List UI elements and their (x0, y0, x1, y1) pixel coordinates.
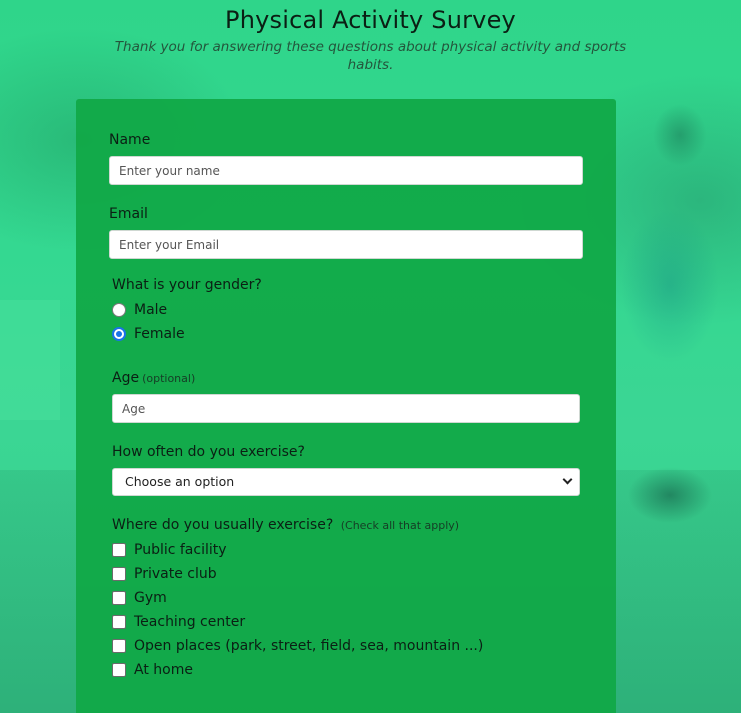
location-option-private-club[interactable]: Private club (112, 564, 217, 584)
female-label: Female (134, 326, 185, 342)
at-home-label: At home (134, 662, 193, 678)
frequency-select[interactable]: Choose an option (112, 468, 580, 496)
teaching-center-label: Teaching center (134, 614, 246, 630)
survey-header: Physical Activity Survey Thank you for a… (0, 0, 741, 74)
gym-checkbox[interactable] (112, 591, 126, 605)
age-label-row: Age (optional) (112, 370, 195, 386)
name-input[interactable] (109, 156, 583, 185)
open-places-label: Open places (park, street, field, sea, m… (134, 638, 484, 654)
age-input[interactable] (112, 394, 580, 423)
male-label: Male (134, 302, 168, 318)
locations-question-row: Where do you usually exercise? (Check al… (112, 517, 459, 533)
gender-option-male[interactable]: Male (112, 300, 167, 320)
at-home-checkbox[interactable] (112, 663, 126, 677)
age-label: Age (112, 370, 140, 386)
locations-hint: (Check all that apply) (340, 519, 460, 532)
background-wall (0, 300, 60, 420)
chevron-down-icon (562, 474, 573, 485)
frequency-selected-value: Choose an option (125, 474, 235, 489)
gender-question: What is your gender? (112, 277, 262, 293)
frequency-question: How often do you exercise? (112, 444, 305, 460)
gender-option-female[interactable]: Female (112, 324, 185, 344)
email-label: Email (109, 206, 148, 222)
location-option-teaching-center[interactable]: Teaching center (112, 612, 245, 632)
private-club-label: Private club (134, 566, 217, 582)
runner-figure (600, 95, 741, 655)
open-places-checkbox[interactable] (112, 639, 126, 653)
location-option-public-facility[interactable]: Public facility (112, 540, 227, 560)
public-facility-checkbox[interactable] (112, 543, 126, 557)
public-facility-label: Public facility (134, 542, 227, 558)
location-option-open-places[interactable]: Open places (park, street, field, sea, m… (112, 636, 483, 656)
locations-question: Where do you usually exercise? (112, 517, 334, 533)
male-radio[interactable] (112, 303, 126, 317)
name-label: Name (109, 132, 151, 148)
page-subtitle: Thank you for answering these questions … (114, 39, 627, 73)
gym-label: Gym (134, 590, 167, 606)
email-input[interactable] (109, 230, 583, 259)
location-option-gym[interactable]: Gym (112, 588, 167, 608)
female-radio[interactable] (112, 327, 126, 341)
private-club-checkbox[interactable] (112, 567, 126, 581)
age-hint: (optional) (142, 372, 196, 385)
location-option-at-home[interactable]: At home (112, 660, 193, 680)
page-title: Physical Activity Survey (225, 6, 516, 34)
teaching-center-checkbox[interactable] (112, 615, 126, 629)
